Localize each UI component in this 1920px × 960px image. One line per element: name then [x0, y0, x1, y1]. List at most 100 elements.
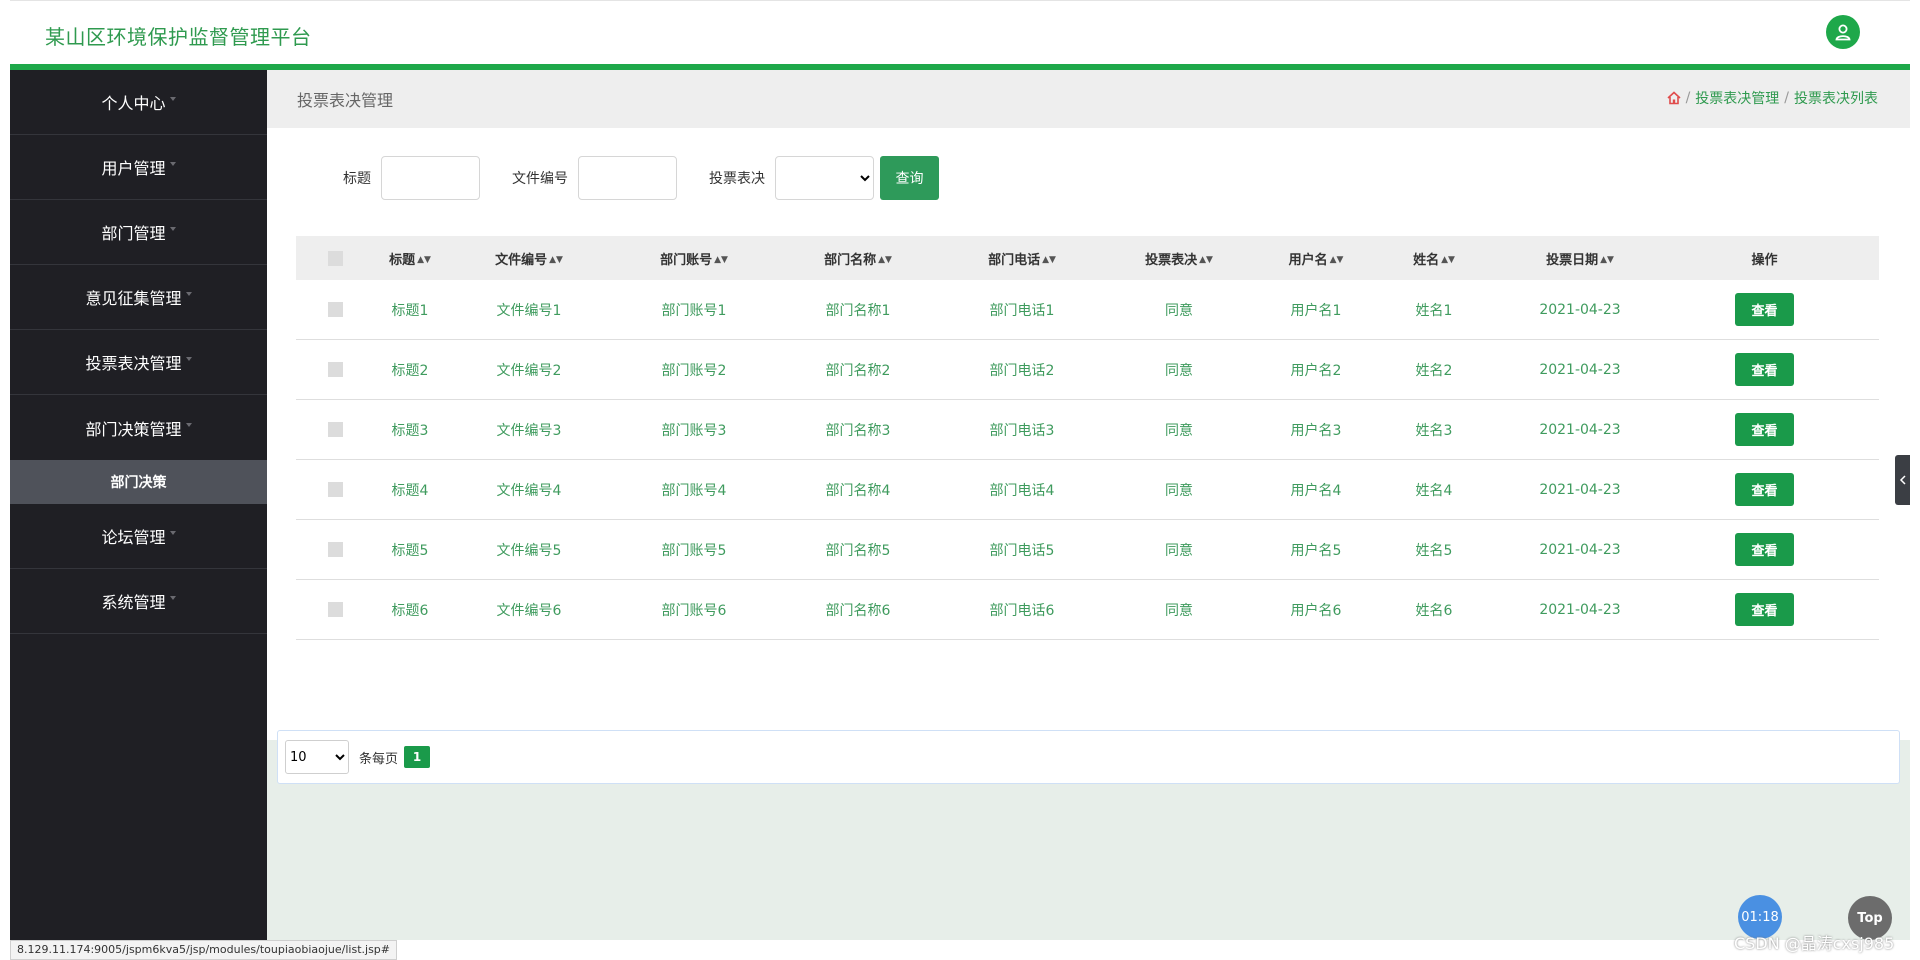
- row-checkbox[interactable]: [327, 482, 343, 497]
- caret-down-icon: [169, 162, 176, 166]
- sidebar-item-department-management[interactable]: 部门管理: [10, 200, 267, 265]
- column-header-label: 文件编号: [495, 252, 548, 268]
- breadcrumb-vote-list[interactable]: 投票表决列表: [1794, 88, 1878, 108]
- caret-down-icon: [169, 97, 176, 101]
- caret-down-icon: [185, 422, 192, 427]
- sidebar-item-department-decision-management[interactable]: 部门决策管理: [10, 395, 267, 460]
- col-header-name[interactable]: 姓名 ▲▼: [1378, 249, 1490, 268]
- row-select-cell: [296, 362, 374, 378]
- row-select-cell: [296, 302, 374, 318]
- sidebar-item-opinion-management[interactable]: 意见征集管理: [10, 265, 267, 330]
- actions-cell: 查看: [1670, 533, 1859, 566]
- dept-account-cell: 部门账号3: [661, 422, 727, 439]
- view-button[interactable]: 查看: [1735, 593, 1794, 626]
- dept-name-cell: 部门名称2: [825, 362, 891, 379]
- view-button[interactable]: 查看: [1735, 473, 1794, 506]
- dept-account-cell: 部门账号1: [661, 302, 727, 319]
- sidebar-item-personal-center[interactable]: 个人中心: [10, 70, 267, 135]
- sort-icon: ▲▼: [549, 254, 563, 265]
- select-all-checkbox[interactable]: [327, 250, 343, 266]
- col-header-vote-date[interactable]: 投票日期 ▲▼: [1490, 249, 1670, 268]
- caret-down-icon: [169, 531, 176, 535]
- top-header: 某山区环境保护监督管理平台: [10, 0, 1910, 64]
- title-filter-input[interactable]: [381, 156, 480, 200]
- username-cell: 用户名6: [1290, 602, 1342, 619]
- status-bar-url: 8.129.11.174:9005/jspm6kva5/jsp/modules/…: [10, 940, 398, 960]
- col-header-dept-name[interactable]: 部门名称 ▲▼: [776, 249, 940, 268]
- page-number-button[interactable]: 1: [404, 746, 431, 768]
- col-header-username[interactable]: 用户名 ▲▼: [1254, 249, 1378, 268]
- col-header-dept-phone[interactable]: 部门电话 ▲▼: [940, 249, 1104, 268]
- vote-table: 标题 ▲▼ 文件编号 ▲▼ 部门账号 ▲▼ 部门名称 ▲▼ 部门电话 ▲▼ 投票表决 ▲▼ …: [296, 236, 1879, 640]
- row-checkbox[interactable]: [327, 302, 343, 317]
- page-size-select[interactable]: 10: [285, 740, 349, 774]
- dept-account-cell: 部门账号6: [661, 602, 727, 619]
- query-button[interactable]: 查询: [880, 156, 939, 200]
- col-header-title[interactable]: 标题 ▲▼: [374, 249, 446, 268]
- col-header-dept-account[interactable]: 部门账号 ▲▼: [612, 249, 776, 268]
- column-header-label: 标题: [389, 252, 416, 268]
- view-button[interactable]: 查看: [1735, 353, 1794, 386]
- sidebar-item-user-management[interactable]: 用户管理: [10, 135, 267, 200]
- caret-down-icon: [169, 596, 176, 600]
- sidebar-item-label: 意见征集管理: [85, 289, 182, 308]
- vote-cell: 同意: [1165, 302, 1193, 319]
- actions-cell: 查看: [1670, 473, 1859, 506]
- sidebar-item-label: 投票表决管理: [85, 354, 182, 373]
- breadcrumb-separator: /: [1685, 90, 1691, 106]
- title-cell: 标题3: [391, 422, 429, 439]
- row-checkbox[interactable]: [327, 602, 343, 617]
- per-page-label: 条每页: [359, 751, 399, 767]
- sidebar-item-forum-management[interactable]: 论坛管理: [10, 504, 267, 569]
- dept-name-cell: 部门名称4: [825, 482, 891, 499]
- vote-filter-label: 投票表决: [709, 171, 765, 187]
- app-title: 某山区环境保护监督管理平台: [45, 25, 312, 49]
- column-header-label: 部门名称: [824, 252, 877, 268]
- column-header-label: 姓名: [1413, 252, 1440, 268]
- vote-filter-select[interactable]: [775, 156, 874, 200]
- collapse-toggle[interactable]: [1895, 455, 1910, 505]
- file-no-cell: 文件编号1: [496, 302, 562, 319]
- sidebar-item-vote-management[interactable]: 投票表决管理: [10, 330, 267, 395]
- username-cell: 用户名2: [1290, 362, 1342, 379]
- view-button[interactable]: 查看: [1735, 533, 1794, 566]
- name-cell: 姓名3: [1415, 422, 1453, 439]
- caret-down-icon: [185, 292, 192, 296]
- file-no-cell: 文件编号3: [496, 422, 562, 439]
- column-header-label: 部门账号: [660, 252, 713, 268]
- column-header-label: 投票日期: [1546, 252, 1599, 268]
- home-icon[interactable]: [1667, 91, 1681, 105]
- dept-name-cell: 部门名称3: [825, 422, 891, 439]
- file-no-filter-input[interactable]: [578, 156, 677, 200]
- vote-date-cell: 2021-04-23: [1539, 541, 1621, 558]
- sort-icon: ▲▼: [714, 254, 728, 265]
- file-no-cell: 文件编号6: [496, 602, 562, 619]
- row-checkbox[interactable]: [327, 362, 343, 377]
- row-checkbox[interactable]: [327, 542, 343, 557]
- vote-cell: 同意: [1165, 602, 1193, 619]
- name-cell: 姓名6: [1415, 602, 1453, 619]
- breadcrumb-vote-management[interactable]: 投票表决管理: [1695, 88, 1779, 108]
- title-cell: 标题2: [391, 362, 429, 379]
- chevron-left-icon: [1899, 475, 1906, 485]
- breadcrumb-separator: /: [1784, 90, 1789, 106]
- title-filter-label: 标题: [343, 171, 371, 187]
- sidebar-item-system-management[interactable]: 系统管理: [10, 569, 267, 634]
- sidebar-subitem-department-decision[interactable]: 部门决策: [10, 460, 267, 504]
- view-button[interactable]: 查看: [1735, 413, 1794, 446]
- col-header-vote[interactable]: 投票表决 ▲▼: [1104, 249, 1254, 268]
- name-cell: 姓名2: [1415, 362, 1453, 379]
- dept-phone-cell: 部门电话1: [989, 302, 1055, 319]
- row-select-cell: [296, 542, 374, 558]
- title-cell: 标题1: [391, 302, 429, 319]
- username-cell: 用户名1: [1290, 302, 1342, 319]
- user-avatar-button[interactable]: [1826, 15, 1860, 49]
- row-select-cell: [296, 422, 374, 438]
- breadcrumb-bar: 投票表决管理 / 投票表决管理 / 投票表决列表: [267, 70, 1910, 128]
- dept-account-cell: 部门账号5: [661, 542, 727, 559]
- view-button[interactable]: 查看: [1735, 293, 1794, 326]
- row-checkbox[interactable]: [327, 422, 343, 437]
- table-header: 标题 ▲▼ 文件编号 ▲▼ 部门账号 ▲▼ 部门名称 ▲▼ 部门电话 ▲▼ 投票表决 ▲▼ …: [296, 236, 1879, 280]
- watermark-text: CSDN @晶涛cxsj985: [1734, 934, 1895, 953]
- col-header-file-no[interactable]: 文件编号 ▲▼: [446, 249, 612, 268]
